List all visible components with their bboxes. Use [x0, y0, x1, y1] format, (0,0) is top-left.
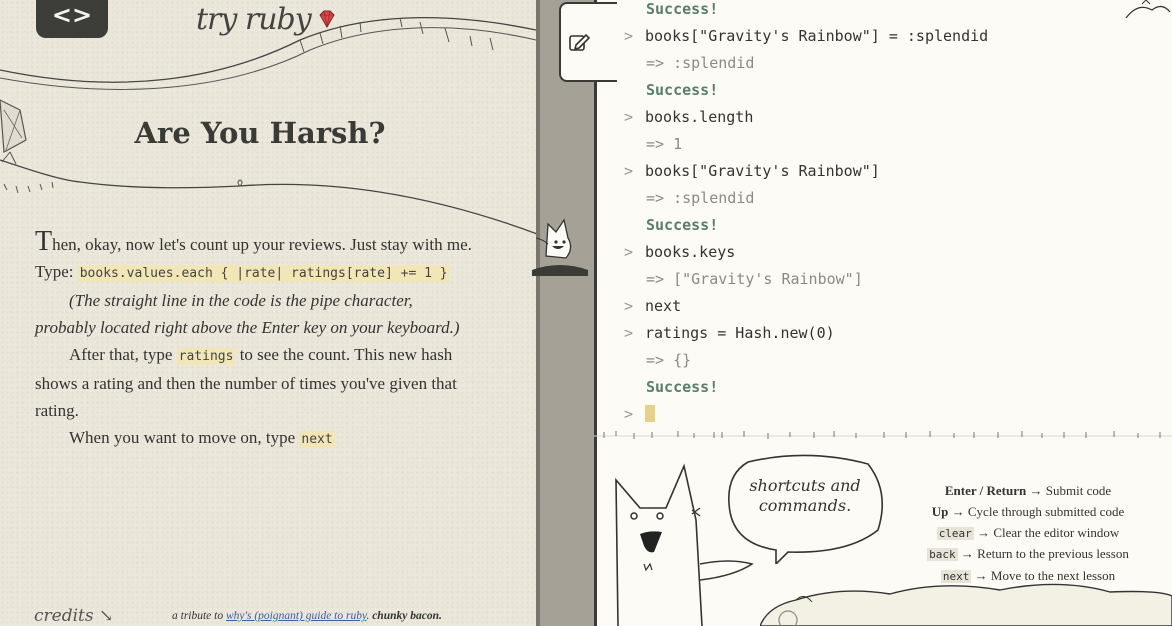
console-line-success: Success!: [646, 81, 719, 99]
lesson-paragraph-next: When you want to move on, type next: [69, 428, 335, 448]
lesson-title: Are You Harsh?: [134, 116, 386, 150]
arrow-right-icon: ↘: [99, 606, 114, 626]
console-line-input: > books.length: [624, 104, 1164, 131]
edit-pencil-icon[interactable]: [568, 32, 590, 52]
shortcut-description: Cycle through submitted code: [967, 503, 1125, 519]
ruby-gem-icon: [319, 10, 335, 28]
drop-cap: T: [35, 226, 53, 257]
cloud-decoration: [760, 583, 1172, 626]
shortcut-item: clear → Clear the editor window: [892, 523, 1164, 545]
input-code: next: [645, 297, 682, 315]
console-input-line[interactable]: >: [624, 401, 1164, 428]
lesson-paragraph-ratings: After that, type ratings to see the coun…: [35, 345, 457, 420]
arrow-right-icon: →: [977, 524, 991, 540]
shortcut-description: Submit code: [1045, 483, 1112, 498]
prompt-icon: >: [624, 162, 634, 180]
prompt-icon: >: [624, 405, 634, 423]
shortcut-key: Enter / Return: [944, 483, 1027, 498]
console-line-result: => :splendid: [646, 54, 755, 72]
console-line-input: > ratings = Hash.new(0): [624, 320, 1164, 347]
tribute-text: a tribute to why's (poignant) guide to r…: [172, 610, 442, 622]
shortcut-item: Enter / Return → Submit code: [892, 481, 1164, 502]
code-sample[interactable]: books.values.each { |rate| ratings[rate]…: [77, 265, 450, 282]
pane-divider[interactable]: [536, 0, 594, 626]
console-line-input: > books["Gravity's Rainbow"] = :splendid: [624, 23, 1164, 50]
prompt-icon: >: [624, 324, 634, 342]
poignant-guide-link[interactable]: why's (poignant) guide to ruby: [226, 610, 366, 622]
console-output: Success! > books["Gravity's Rainbow"] = :s…: [624, 0, 1164, 428]
console-line-result: => {}: [646, 351, 692, 369]
shortcut-key: back: [927, 548, 958, 562]
console-line-result: => :splendid: [646, 189, 755, 207]
input-code: books["Gravity's Rainbow"] = :splendid: [645, 27, 989, 45]
lesson-pane: <> try ruby Are You Harsh? Then, okay, n…: [0, 0, 536, 626]
speech-bubble-text: shortcuts and commands.: [749, 476, 861, 515]
console-line-input: > books.keys: [624, 239, 1164, 266]
prompt-icon: >: [624, 27, 634, 45]
console-line-input: > books["Gravity's Rainbow"]: [624, 158, 1164, 185]
prompt-icon: >: [624, 297, 634, 315]
arrow-right-icon: →: [951, 503, 965, 519]
lesson-body: Then, okay, now let's count up your revi…: [35, 228, 475, 453]
input-code: books.keys: [645, 243, 736, 261]
code-ratings[interactable]: ratings: [176, 348, 236, 365]
shortcut-item: Up → Cycle through submitted code: [892, 502, 1164, 523]
console-line-result: => 1: [646, 135, 683, 153]
lesson-paragraph-intro: Then, okay, now let's count up your revi…: [35, 228, 475, 287]
console-line-input: > next: [624, 293, 1164, 320]
input-code: books.length: [645, 108, 754, 126]
text-cursor: [645, 405, 655, 422]
input-code: books["Gravity's Rainbow"]: [645, 162, 880, 180]
fox-peeking-illustration: [532, 218, 588, 276]
shortcut-key: Up: [931, 503, 949, 519]
shortcut-description: Clear the editor window: [993, 524, 1120, 540]
credits-link[interactable]: credits ↘: [34, 606, 113, 626]
home-code-icon[interactable]: <>: [36, 0, 108, 38]
shortcut-item: back → Return to the previous lesson: [892, 544, 1164, 566]
input-code: ratings = Hash.new(0): [645, 324, 835, 342]
code-next[interactable]: next: [299, 431, 335, 448]
console-line-success: Success!: [646, 378, 719, 396]
brand-logo[interactable]: try ruby: [196, 0, 337, 38]
shortcut-key: clear: [936, 526, 974, 540]
prompt-icon: >: [624, 108, 634, 126]
lesson-note: (The straight line in the code is the pi…: [35, 291, 460, 337]
arrow-right-icon: →: [960, 546, 974, 562]
shortcut-description: Return to the previous lesson: [977, 546, 1129, 562]
console-line-success: Success!: [646, 216, 719, 234]
arrow-right-icon: →: [1029, 483, 1043, 498]
console-line-result: => ["Gravity's Rainbow"]: [646, 270, 863, 288]
grass-border-decoration: [594, 431, 1172, 439]
brand-name: try ruby: [196, 1, 312, 37]
prompt-icon: >: [624, 243, 634, 261]
console-line-success: Success!: [646, 0, 719, 18]
